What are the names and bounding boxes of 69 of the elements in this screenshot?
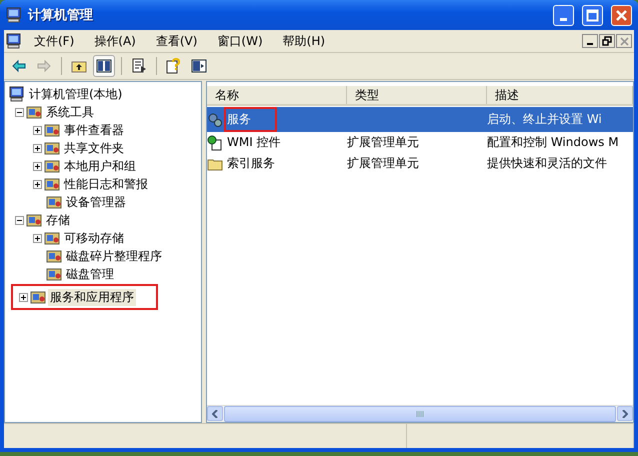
- collapse-button[interactable]: [15, 108, 24, 116]
- plus-icon: [20, 294, 27, 300]
- list-row[interactable]: 索引服务 扩展管理单元 提供快速和灵活的文件: [207, 153, 633, 174]
- document-arrow-icon: [131, 58, 147, 74]
- item-description: 提供快速和灵活的文件: [487, 155, 607, 172]
- close-icon: [620, 36, 628, 46]
- restore-button[interactable]: [599, 34, 615, 48]
- maximize-icon: [586, 8, 599, 22]
- expand-button[interactable]: [33, 126, 42, 134]
- restore-icon: [602, 36, 612, 46]
- split-pane-icon: [96, 58, 112, 74]
- split-pane-button[interactable]: [93, 55, 115, 77]
- item-name: WMI 控件: [226, 134, 282, 151]
- tree-item[interactable]: 性能日志和警报: [62, 176, 150, 192]
- back-arrow-icon: [11, 58, 27, 74]
- plus-icon: [34, 162, 41, 170]
- list-row[interactable]: 服务 启动、终止并设置 Wi: [207, 107, 633, 132]
- plus-icon: [34, 126, 41, 134]
- forward-arrow-icon: [36, 58, 52, 74]
- menu-item[interactable]: 操作(A): [84, 30, 146, 52]
- minimize-button[interactable]: [582, 34, 598, 48]
- left-chevron-icon: [212, 410, 218, 418]
- expand-button[interactable]: [33, 180, 42, 188]
- computer-icon: [9, 86, 25, 102]
- menu-item[interactable]: 帮助(H): [272, 30, 336, 52]
- maximize-button[interactable]: [582, 4, 603, 26]
- tree-item[interactable]: 存储: [44, 212, 72, 228]
- minimize-icon: [587, 43, 593, 45]
- tree-item[interactable]: 共享文件夹: [62, 140, 126, 156]
- help-document-icon: [166, 58, 182, 74]
- list-row[interactable]: WMI 控件 扩展管理单元 配置和控制 Windows M: [207, 132, 633, 153]
- expand-button[interactable]: [33, 144, 42, 152]
- item-description: 启动、终止并设置 Wi: [487, 111, 602, 128]
- column-header[interactable]: 名称: [207, 86, 347, 104]
- item-type: 扩展管理单元: [347, 155, 419, 172]
- panel-icon: [191, 58, 207, 74]
- right-chevron-icon: [622, 410, 628, 418]
- grip-icon: [416, 411, 424, 417]
- item-description: 配置和控制 Windows M: [487, 134, 619, 151]
- menu-item[interactable]: 查看(V): [146, 30, 208, 52]
- plus-icon: [34, 144, 41, 152]
- tree-item[interactable]: 磁盘管理: [64, 266, 116, 282]
- tree-item[interactable]: 设备管理器: [64, 194, 128, 210]
- tree-item[interactable]: 服务和应用程序: [48, 288, 136, 306]
- tree-item[interactable]: 本地用户和组: [62, 158, 138, 174]
- expand-button[interactable]: [33, 234, 42, 242]
- tree-item[interactable]: 系统工具: [44, 104, 96, 120]
- expand-button[interactable]: [19, 292, 28, 302]
- column-header[interactable]: 类型: [347, 86, 487, 104]
- collapse-button[interactable]: [15, 216, 24, 224]
- column-header[interactable]: 描述: [487, 86, 633, 104]
- scroll-right-button[interactable]: [617, 406, 633, 421]
- window-title: 计算机管理: [28, 7, 94, 24]
- item-name: 索引服务: [226, 155, 276, 172]
- expand-button[interactable]: [33, 162, 42, 170]
- scroll-left-button[interactable]: [207, 406, 223, 421]
- menu-item[interactable]: 文件(F): [24, 30, 84, 52]
- plus-icon: [34, 234, 41, 242]
- tree-item[interactable]: 磁盘碎片整理程序: [64, 248, 164, 264]
- menu-item[interactable]: 窗口(W): [207, 30, 273, 52]
- plus-icon: [34, 180, 41, 188]
- minimize-icon: [560, 18, 567, 20]
- tree-item[interactable]: 事件查看器: [62, 122, 126, 138]
- close-icon: [615, 8, 628, 22]
- item-name: 服务: [224, 107, 277, 132]
- item-type: 扩展管理单元: [347, 134, 419, 151]
- computer-icon: [6, 7, 22, 23]
- tree-item[interactable]: 计算机管理(本地): [27, 86, 124, 102]
- tree-item[interactable]: 可移动存储: [62, 230, 126, 246]
